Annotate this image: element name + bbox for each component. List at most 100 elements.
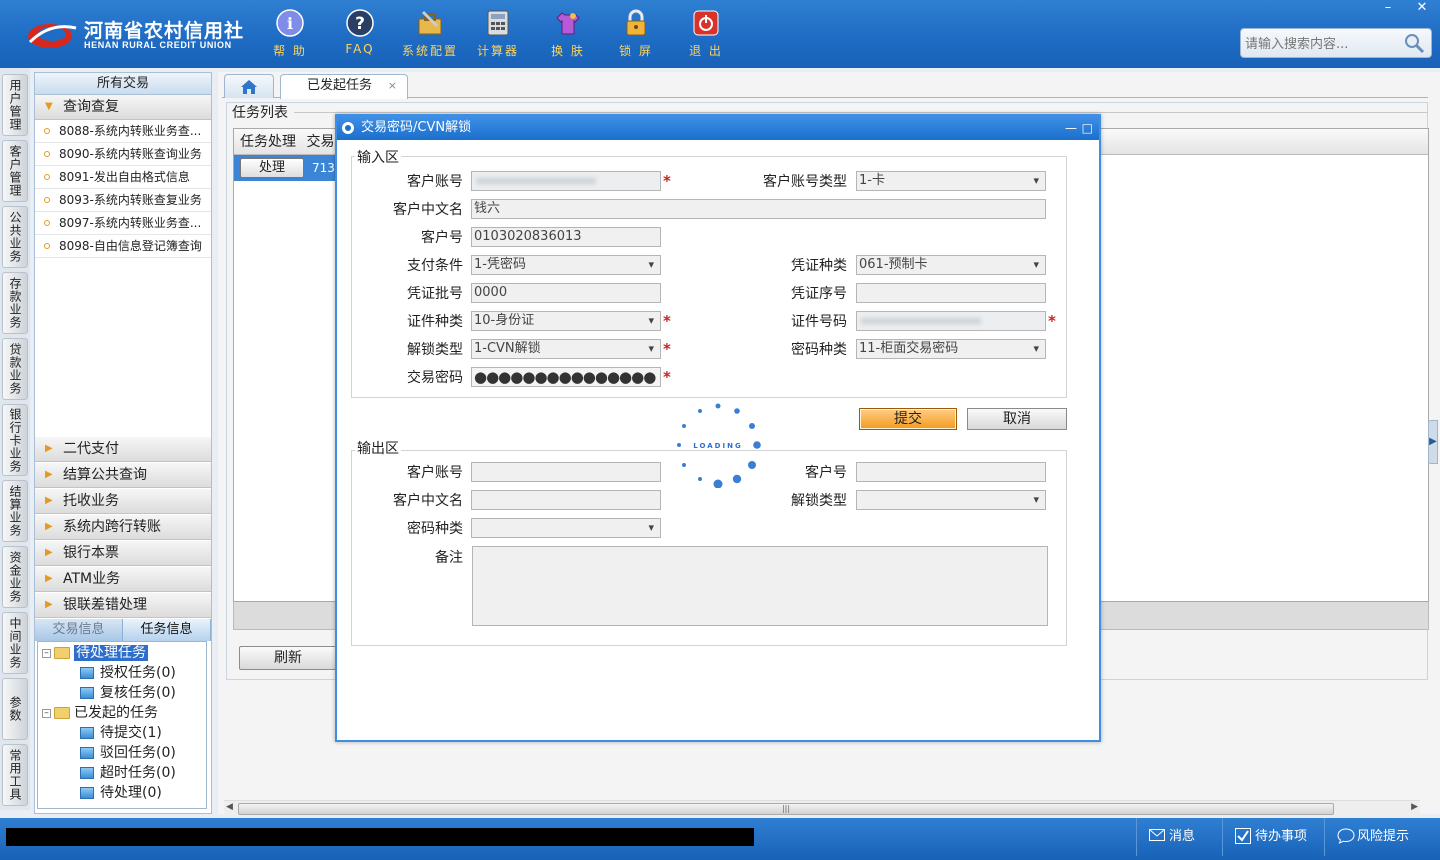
search-icon[interactable] [1403,32,1425,54]
tree-node-rejected[interactable]: 驳回任务(0) [80,743,176,763]
voucher-sequence-field[interactable] [856,283,1046,303]
task-icon [80,727,94,739]
scroll-left-icon[interactable]: ◀ [226,802,233,812]
messages-button[interactable]: 消息 [1136,818,1228,856]
tree-node-initiated[interactable]: – 已发起的任务 [42,703,158,723]
vtab-public-business[interactable]: 公共业务 [2,206,28,268]
tree-node-review[interactable]: 复核任务(0) [80,683,176,703]
vtab-common-tools[interactable]: 常用工具 [2,744,28,806]
dialog-minimize-button[interactable]: — [1065,116,1077,140]
transaction-panel: 所有交易 ▼ 查询查复 8088-系统内转账业务查... 8090-系统内转账查询… [34,72,212,814]
out-account-field [471,462,661,482]
transaction-item[interactable]: 8093-系统内转账查复业务 [35,189,211,212]
tree-node-timeout[interactable]: 超时任务(0) [80,763,176,783]
window-minimize-button[interactable]: – [1372,0,1404,18]
transaction-item-label: 8091-发出自由格式信息 [59,170,190,184]
group-settlement-query[interactable]: ▶ 结算公共查询 [35,463,211,488]
unlock-type-select[interactable]: 1-CVN解锁 [471,339,661,359]
window-close-button[interactable]: ✕ [1406,0,1438,18]
table-row[interactable]: 处理 7132 [234,155,344,181]
bullet-icon [44,220,50,226]
horizontal-scrollbar[interactable]: ◀ ||| ▶ [224,800,1420,816]
refresh-button[interactable]: 刷新 [239,646,337,670]
collapsed-arrow-icon: ▶ [45,599,53,610]
collapsed-arrow-icon: ▶ [45,573,53,584]
out-password-type-select[interactable] [471,518,661,538]
id-number-field[interactable] [856,311,1046,331]
vtab-fund-business[interactable]: 资金业务 [2,546,28,608]
folder-icon [54,647,70,659]
risk-alert-button[interactable]: 风险提示 [1324,818,1440,856]
group-bank-draft[interactable]: ▶ 银行本票 [35,541,211,566]
lock-screen-button[interactable]: 锁 屏 [604,8,668,62]
change-skin-button[interactable]: 换 肤 [536,8,600,62]
group-atm[interactable]: ▶ ATM业务 [35,567,211,592]
vtab-parameters[interactable]: 参数 [2,678,28,740]
password-type-select[interactable]: 11-柜面交易密码 [856,339,1046,359]
collapse-toggle-icon[interactable]: – [42,648,51,658]
svg-text:?: ? [355,14,365,34]
exit-button[interactable]: 退 出 [674,8,738,62]
customer-number-field[interactable]: 0103020836013 [471,227,661,247]
tab-label: 已发起任务 [307,78,373,93]
vtab-deposit-business[interactable]: 存款业务 [2,272,28,334]
tab-transaction-info[interactable]: 交易信息 [35,619,123,641]
vtab-intermediary-business[interactable]: 中间业务 [2,612,28,674]
id-type-select[interactable]: 10-身份证 [471,311,661,331]
column-header: 任务处理 [240,134,296,150]
transaction-item[interactable]: 8091-发出自由格式信息 [35,166,211,189]
chat-bubble-icon [1337,828,1355,844]
system-config-button[interactable]: 系统配置 [398,8,462,62]
document-tabs: 已发起任务 × [222,72,1428,99]
tree-node-to-submit[interactable]: 待提交(1) [80,723,162,743]
payment-condition-select[interactable]: 1-凭密码 [471,255,661,275]
customer-name-field[interactable]: 钱六 [471,199,1046,219]
transaction-item[interactable]: 8097-系统内转账业务查... [35,212,211,235]
collapse-toggle-icon[interactable]: – [42,708,51,718]
submit-button[interactable]: 提交 [859,408,957,430]
account-type-label: 客户账号类型 [763,174,847,190]
tab-task-info[interactable]: 任务信息 [123,619,211,641]
vtab-user-management[interactable]: 用户管理 [2,74,28,136]
faq-button[interactable]: ? FAQ [328,8,392,62]
group-second-gen-payment[interactable]: ▶ 二代支付 [35,437,211,462]
vtab-settlement-business[interactable]: 结算业务 [2,480,28,542]
close-tab-icon[interactable]: × [388,75,397,97]
transaction-item[interactable]: 8088-系统内转账业务查... [35,120,211,143]
vtab-bank-card-business[interactable]: 银行卡业务 [2,404,28,476]
tab-initiated-tasks[interactable]: 已发起任务 × [280,74,408,99]
calculator-button[interactable]: 计算器 [466,8,530,62]
remark-label: 备注 [435,550,463,566]
tree-node-authorization[interactable]: 授权任务(0) [80,663,176,683]
scrollbar-thumb[interactable]: ||| [238,803,1334,815]
group-unionpay-error[interactable]: ▶ 银联差错处理 [35,593,211,618]
customer-account-field[interactable] [471,171,661,191]
transaction-item[interactable]: 8098-自由信息登记簿查询 [35,235,211,258]
trade-password-field[interactable]: ●●●●●●●●●●●●●●● [471,367,661,387]
scroll-right-icon[interactable]: ▶ [1411,802,1418,812]
home-tab[interactable] [224,74,274,98]
account-type-select[interactable]: 1-卡 [856,171,1046,191]
transaction-item[interactable]: 8090-系统内转账查询业务 [35,143,211,166]
remark-textarea[interactable] [472,546,1048,626]
section-title: 任务列表 [232,105,288,121]
todo-button[interactable]: 待办事项 [1222,818,1324,856]
expand-panel-icon[interactable]: ▶ [1428,420,1438,464]
help-button[interactable]: i 帮 助 [258,8,322,62]
group-collection[interactable]: ▶ 托收业务 [35,489,211,514]
out-unlock-type-select[interactable] [856,490,1046,510]
process-task-button[interactable]: 处理 [240,158,304,178]
group-query-reply[interactable]: ▼ 查询查复 [35,95,211,120]
vtab-customer-management[interactable]: 客户管理 [2,140,28,202]
dialog-maximize-button[interactable]: □ [1082,116,1093,140]
voucher-type-select[interactable]: 061-预制卡 [856,255,1046,275]
out-unlock-type-label: 解锁类型 [791,493,847,509]
search-input[interactable] [1245,33,1403,55]
cancel-button[interactable]: 取消 [967,408,1067,430]
tree-node-pending[interactable]: – 待处理任务 [42,643,148,663]
group-interbank-transfer[interactable]: ▶ 系统内跨行转账 [35,515,211,540]
voucher-batch-field[interactable]: 0000 [471,283,661,303]
lock-icon [626,9,646,36]
vtab-loan-business[interactable]: 贷款业务 [2,338,28,400]
tree-node-to-process[interactable]: 待处理(0) [80,783,162,803]
